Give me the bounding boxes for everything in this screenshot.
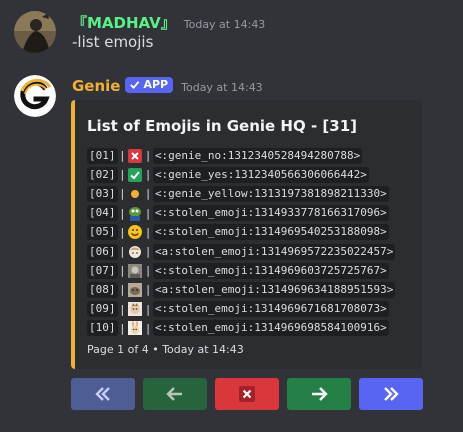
arrow-right-icon bbox=[312, 387, 328, 401]
emoji-code: <:stolen_emoji:1314969540253188098> bbox=[152, 224, 389, 241]
list-item: [02] | | <:genie_yes:1312340566306066442> bbox=[87, 166, 369, 183]
username[interactable]: 『MADHAV』 bbox=[72, 12, 176, 33]
emoji-code: <a:stolen_emoji:1314969634188951593> bbox=[152, 281, 396, 298]
emoji-list: [01] | | <:genie_no:1312340528494280788> … bbox=[87, 146, 396, 338]
next-page-button[interactable] bbox=[287, 378, 351, 410]
emoji-code: <:genie_yellow:1313197381898211330> bbox=[152, 185, 389, 202]
pepe-icon bbox=[127, 205, 143, 222]
pagination-buttons bbox=[71, 378, 423, 410]
row-index: [08] bbox=[87, 281, 118, 298]
bot-avatar[interactable] bbox=[14, 75, 56, 117]
list-item: [07] | | <:stolen_emoji:13149696037257257… bbox=[87, 262, 389, 279]
arrow-left-icon bbox=[166, 387, 182, 401]
row-index: [07] bbox=[87, 262, 118, 279]
animal-photo-icon bbox=[127, 282, 143, 298]
close-button[interactable] bbox=[215, 378, 279, 410]
double-chevron-left-icon bbox=[95, 387, 110, 401]
user-avatar[interactable] bbox=[14, 11, 56, 53]
row-index: [09] bbox=[87, 301, 118, 318]
emoji-code: <:genie_no:1312340528494280788> bbox=[152, 147, 363, 164]
previous-page-button[interactable] bbox=[143, 378, 207, 410]
yellow-dot-icon bbox=[127, 186, 143, 202]
bot-username[interactable]: Genie bbox=[72, 77, 120, 95]
list-item: [05] | | <:stolen_emoji:13149695402531880… bbox=[87, 224, 389, 241]
embed-title: List of Emojis in Genie HQ - [31] bbox=[87, 117, 357, 135]
emoji-code: <a:stolen_emoji:1314969572235022457> bbox=[152, 243, 396, 260]
list-item: [08] | | <a:stolen_emoji:1314969634188951… bbox=[87, 281, 396, 298]
row-index: [05] bbox=[87, 224, 118, 241]
list-item: [01] | | <:genie_no:1312340528494280788> bbox=[87, 147, 363, 164]
first-page-button[interactable] bbox=[71, 378, 135, 410]
double-chevron-right-icon bbox=[384, 387, 399, 401]
close-icon bbox=[239, 386, 255, 402]
row-index: [02] bbox=[87, 166, 118, 183]
row-index: [06] bbox=[87, 243, 118, 260]
list-item: [04] | | <:stolen_emoji:13149337781663170… bbox=[87, 205, 389, 222]
row-index: [01] bbox=[87, 147, 118, 164]
list-item: [06] | | <a:stolen_emoji:1314969572235022… bbox=[87, 243, 396, 260]
emoji-code: <:stolen_emoji:1314933778166317096> bbox=[152, 205, 389, 222]
emoji-code: <:stolen_emoji:1314969671681708073> bbox=[152, 301, 389, 318]
app-badge-label: APP bbox=[143, 78, 169, 91]
embed-footer: Page 1 of 4 • Today at 14:43 bbox=[87, 343, 244, 356]
anime-sticker-icon bbox=[127, 244, 143, 260]
row-index: [10] bbox=[87, 320, 118, 337]
message-content: -list emojis bbox=[72, 33, 154, 51]
last-page-button[interactable] bbox=[359, 378, 423, 410]
emoji-code: <:stolen_emoji:1314969603725725767> bbox=[152, 262, 389, 279]
emoji-code: <:genie_yes:1312340566306066442> bbox=[152, 166, 369, 183]
emoji-code: <:stolen_emoji:1314969698584100916> bbox=[152, 320, 389, 337]
verified-check-icon bbox=[130, 81, 140, 90]
smiley-icon bbox=[127, 224, 143, 240]
red-x-icon bbox=[127, 148, 143, 164]
list-item: [10] | | <:stolen_emoji:13149696985841009… bbox=[87, 320, 389, 337]
embed: List of Emojis in Genie HQ - [31] [01] | … bbox=[71, 100, 422, 369]
cartoon-bunny-icon bbox=[127, 320, 143, 336]
gray-photo-icon bbox=[127, 263, 143, 279]
cartoon-icon bbox=[127, 301, 143, 317]
app-badge: APP bbox=[125, 76, 174, 93]
row-index: [04] bbox=[87, 205, 118, 222]
green-check-icon bbox=[127, 167, 143, 183]
list-item: [03] | | <:genie_yellow:13131973818982113… bbox=[87, 185, 389, 202]
timestamp: Today at 14:43 bbox=[181, 81, 263, 94]
list-item: [09] | | <:stolen_emoji:13149696716817080… bbox=[87, 301, 389, 318]
timestamp: Today at 14:43 bbox=[183, 18, 266, 31]
row-index: [03] bbox=[87, 185, 118, 202]
